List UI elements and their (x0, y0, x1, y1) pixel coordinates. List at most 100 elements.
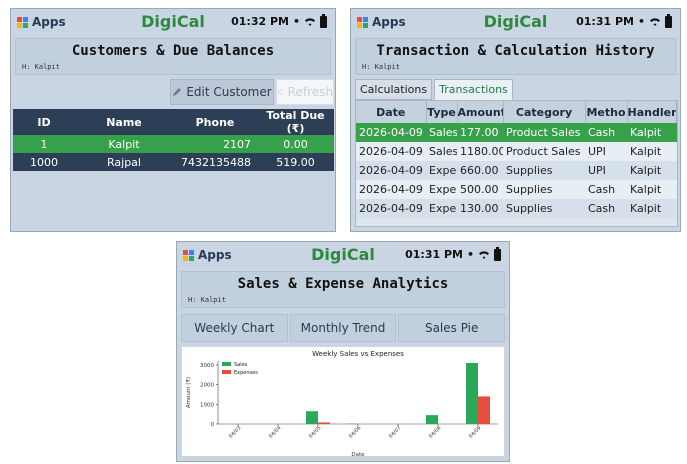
status-right: 01:32 PM • (231, 13, 327, 28)
y-tick-label: 3000 (200, 363, 214, 369)
col-category[interactable]: Category (503, 101, 586, 123)
analytics-tabs: Weekly Chart Monthly Trend Sales Pie (181, 314, 506, 342)
wifi-icon (650, 17, 660, 26)
status-bar: Apps DigiCal 01:31 PM • (177, 242, 509, 268)
wifi-icon (305, 17, 315, 26)
cell-category: Product Sales (503, 142, 585, 161)
history-screen: Apps DigiCal 01:31 PM • Transaction & Ca… (350, 8, 681, 232)
refresh-icon (277, 88, 283, 95)
tab-calculations[interactable]: Calculations (355, 79, 433, 100)
col-total-due[interactable]: Total Due (₹) (257, 109, 334, 135)
col-type[interactable]: Type (426, 101, 458, 123)
cell-amount: 500.00 (457, 180, 503, 199)
col-handler[interactable]: Handler (627, 101, 677, 123)
cell-type: Sales (426, 142, 457, 161)
status-dot: • (292, 15, 300, 28)
cell-type: Exper (426, 199, 457, 218)
toolbar: Edit Customer Refresh (11, 79, 335, 105)
tab-sales-pie[interactable]: Sales Pie (398, 314, 506, 342)
transactions-table-container[interactable]: Date Type Amount Category Metho Handler … (355, 100, 678, 227)
cell-type: Exper (426, 161, 457, 180)
x-tick-label: 04/05 (308, 425, 322, 439)
cell-date: 2026-04-09 (356, 123, 426, 142)
table-row[interactable]: 2026-04-09 Sales 1180.00 Product Sales U… (356, 142, 677, 161)
bar-expenses-04-09 (478, 396, 490, 424)
cell-date: 2026-04-09 (356, 142, 426, 161)
x-tick-label: 04/03 (228, 425, 242, 439)
cell-amount: 177.00 (457, 123, 503, 142)
bar-sales-04-08 (426, 415, 438, 424)
cell-method: UPI (585, 142, 627, 161)
cell-category: Product Sales (503, 123, 585, 142)
table-header-row: ID Name Phone Total Due (₹) (13, 109, 334, 135)
status-dot: • (637, 15, 645, 28)
legend-swatch-sales (222, 362, 231, 366)
refresh-button[interactable]: Refresh (276, 79, 334, 105)
table-row[interactable]: 2026-04-09 Exper 660.00 Supplies UPI Kal… (356, 161, 677, 180)
table-row[interactable]: 2026-04-09 Exper 500.00 Supplies Cash Ka… (356, 180, 677, 199)
status-right: 01:31 PM • (576, 13, 672, 28)
status-right: 01:31 PM • (405, 246, 501, 261)
refresh-label: Refresh (287, 85, 333, 99)
cell-id: 1 (13, 135, 75, 153)
legend-label-expenses: Expenses (234, 370, 258, 376)
col-name[interactable]: Name (75, 109, 173, 135)
cell-phone: 7432135488 (173, 153, 257, 171)
clock: 01:31 PM (576, 15, 634, 28)
transactions-table: Date Type Amount Category Metho Handler … (356, 101, 677, 218)
cell-method: Cash (585, 199, 627, 218)
battery-icon (665, 13, 672, 28)
analytics-screen: Apps DigiCal 01:31 PM • Sales & Expense … (176, 241, 510, 462)
bar-chart: Weekly Sales vs Expenses 0 1000 2000 3000 Amo… (185, 350, 498, 458)
y-tick-label: 0 (211, 422, 215, 428)
cell-phone: 2107 (173, 135, 257, 153)
status-dot: • (466, 248, 474, 261)
table-row[interactable]: 1000 Rajpal 7432135488 519.00 (13, 153, 334, 171)
cell-amount: 130.00 (457, 199, 503, 218)
tab-transactions[interactable]: Transactions (434, 79, 513, 100)
cell-handler: Kalpit (627, 123, 677, 142)
table-row[interactable]: 1 Kalpit 2107 0.00 (13, 135, 334, 153)
cell-amount: 1180.00 (457, 142, 503, 161)
user-label: H: Kalpit (22, 63, 60, 71)
bar-expenses-04-05 (318, 422, 330, 424)
cell-date: 2026-04-09 (356, 161, 426, 180)
edit-customer-button[interactable]: Edit Customer (170, 79, 274, 105)
edit-customer-label: Edit Customer (186, 85, 272, 99)
page-header: Customers & Due Balances H: Kalpit (15, 38, 331, 75)
battery-icon (320, 13, 327, 28)
tab-monthly-trend[interactable]: Monthly Trend (289, 314, 397, 342)
cell-type: Sales (426, 123, 457, 142)
cell-category: Supplies (503, 161, 585, 180)
user-label: H: Kalpit (362, 63, 400, 71)
table-header-row: Date Type Amount Category Metho Handler (356, 101, 677, 123)
cell-method: Cash (585, 180, 627, 199)
cell-id: 1000 (13, 153, 75, 171)
cell-date: 2026-04-09 (356, 199, 426, 218)
cell-amount: 660.00 (457, 161, 503, 180)
cell-due: 0.00 (257, 135, 334, 153)
cell-handler: Kalpit (627, 199, 677, 218)
table-row[interactable]: 2026-04-09 Sales 177.00 Product Sales Ca… (356, 123, 677, 142)
col-phone[interactable]: Phone (173, 109, 257, 135)
col-date[interactable]: Date (356, 101, 427, 123)
cell-method: UPI (585, 161, 627, 180)
history-tabs: Calculations Transactions (355, 79, 513, 100)
page-title: Sales & Expense Analytics (237, 276, 449, 292)
col-method[interactable]: Metho (585, 101, 628, 123)
tab-weekly-chart[interactable]: Weekly Chart (181, 314, 288, 342)
battery-icon (494, 246, 501, 261)
weekly-chart: Weekly Sales vs Expenses 0 1000 2000 3000 Amo… (181, 346, 505, 458)
cell-date: 2026-04-09 (356, 180, 426, 199)
col-id[interactable]: ID (13, 109, 75, 135)
bar-sales-04-09 (466, 362, 478, 424)
col-amount[interactable]: Amount (457, 101, 504, 123)
x-tick-label: 04/07 (388, 425, 402, 439)
cell-handler: Kalpit (627, 180, 677, 199)
table-row[interactable]: 2026-04-09 Exper 130.00 Supplies Cash Ka… (356, 199, 677, 218)
customers-screen: Apps DigiCal 01:32 PM • Customers & Due … (10, 8, 336, 232)
x-tick-label: 04/04 (268, 425, 282, 439)
bar-sales-04-05 (306, 411, 318, 424)
legend-label-sales: Sales (234, 362, 248, 368)
pencil-icon (173, 88, 182, 96)
